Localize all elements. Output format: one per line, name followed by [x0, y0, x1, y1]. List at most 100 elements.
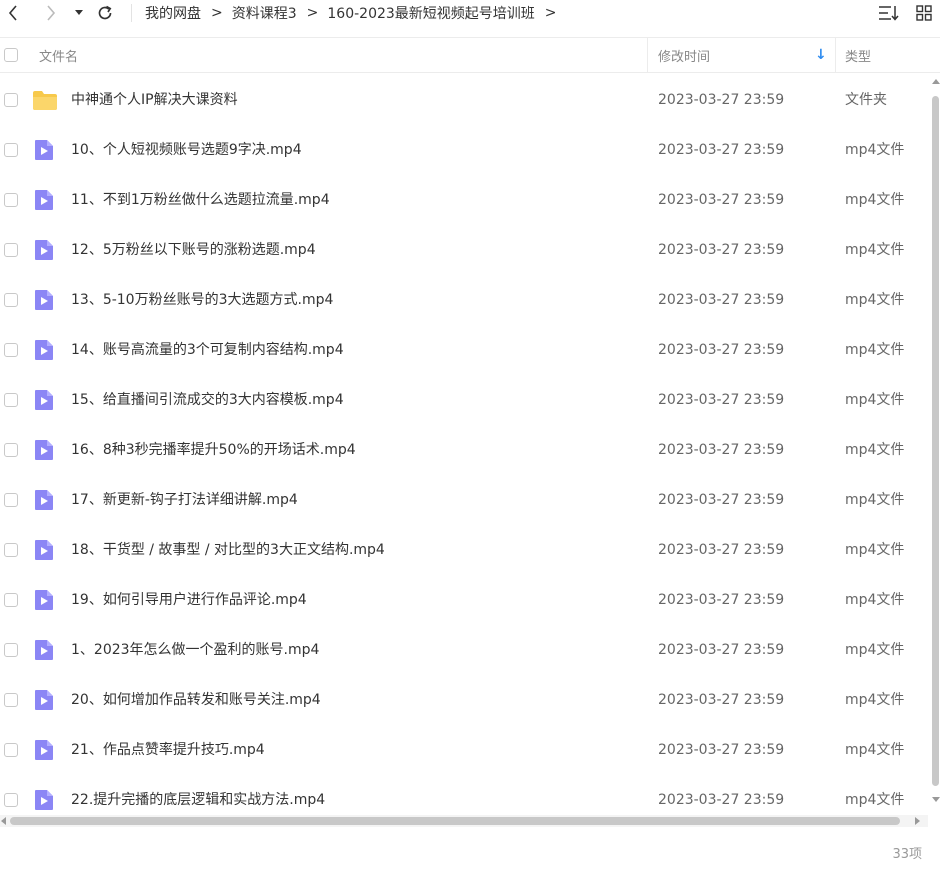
video-file-icon: [34, 689, 56, 711]
vertical-scrollbar-thumb[interactable]: [932, 96, 939, 786]
file-row[interactable]: 11、不到1万粉丝做什么选题拉流量.mp4 2023-03-27 23:59 mp4…: [0, 175, 930, 225]
file-type: mp4文件: [845, 742, 905, 758]
file-row[interactable]: 13、5-10万粉丝账号的3大选题方式.mp4 2023-03-27 23:59 m…: [0, 275, 930, 325]
column-name-header[interactable]: 文件名: [39, 38, 78, 72]
row-checkbox[interactable]: [4, 93, 18, 107]
file-name[interactable]: 1、2023年怎么做一个盈利的账号.mp4: [71, 625, 319, 675]
row-checkbox[interactable]: [4, 493, 18, 507]
file-name[interactable]: 22.提升完播的底层逻辑和实战方法.mp4: [71, 775, 325, 815]
file-row[interactable]: 12、5万粉丝以下账号的涨粉选题.mp4 2023-03-27 23:59 mp4文…: [0, 225, 930, 275]
sort-button[interactable]: [878, 3, 900, 23]
file-type: mp4文件: [845, 142, 905, 158]
file-type: mp4文件: [845, 792, 905, 808]
file-type: mp4文件: [845, 592, 905, 608]
history-dropdown-button[interactable]: [73, 2, 85, 24]
file-row[interactable]: 22.提升完播的底层逻辑和实战方法.mp4 2023-03-27 23:59 mp4…: [0, 775, 930, 815]
row-checkbox[interactable]: [4, 743, 18, 757]
file-type: mp4文件: [845, 342, 905, 358]
file-name[interactable]: 15、给直播间引流成交的3大内容模板.mp4: [71, 375, 344, 425]
refresh-button[interactable]: [95, 2, 115, 24]
video-file-icon: [34, 539, 56, 561]
file-type: mp4文件: [845, 442, 905, 458]
row-checkbox[interactable]: [4, 793, 18, 807]
grid-view-button[interactable]: [913, 3, 935, 23]
video-file-icon: [34, 639, 56, 661]
breadcrumb-separator: >: [306, 5, 319, 21]
breadcrumb-separator: >: [211, 5, 223, 21]
file-modified-date: 2023-03-27 23:59: [658, 692, 785, 708]
file-modified-date: 2023-03-27 23:59: [658, 542, 785, 558]
chevron-left-icon: [8, 5, 17, 21]
row-checkbox[interactable]: [4, 243, 18, 257]
scroll-right-arrow-icon[interactable]: [915, 817, 920, 825]
scroll-left-arrow-icon[interactable]: [1, 817, 6, 825]
file-name[interactable]: 19、如何引导用户进行作品评论.mp4: [71, 575, 307, 625]
breadcrumb-item-root[interactable]: 我的网盘: [145, 3, 201, 23]
file-row[interactable]: 16、8种3秒完播率提升50%的开场话术.mp4 2023-03-27 23:59…: [0, 425, 930, 475]
breadcrumb-item-current[interactable]: 160-2023最新短视频起号培训班: [327, 3, 534, 23]
file-name[interactable]: 11、不到1万粉丝做什么选题拉流量.mp4: [71, 175, 330, 225]
column-type-header[interactable]: 类型: [845, 38, 871, 72]
refresh-icon: [98, 5, 112, 20]
row-checkbox[interactable]: [4, 543, 18, 557]
file-name[interactable]: 16、8种3秒完播率提升50%的开场话术.mp4: [71, 425, 356, 475]
item-count: 33项: [892, 847, 922, 862]
file-row[interactable]: 15、给直播间引流成交的3大内容模板.mp4 2023-03-27 23:59 mp…: [0, 375, 930, 425]
file-type: mp4文件: [845, 542, 905, 558]
file-row[interactable]: 10、个人短视频账号选题9字决.mp4 2023-03-27 23:59 mp4文件: [0, 125, 930, 175]
video-file-icon: [34, 389, 56, 411]
file-name[interactable]: 18、干货型 / 故事型 / 对比型的3大正文结构.mp4: [71, 525, 385, 575]
row-checkbox[interactable]: [4, 443, 18, 457]
file-name[interactable]: 13、5-10万粉丝账号的3大选题方式.mp4: [71, 275, 333, 325]
folder-icon: [33, 89, 57, 111]
back-button[interactable]: [4, 2, 22, 24]
video-file-icon: [34, 439, 56, 461]
file-modified-date: 2023-03-27 23:59: [658, 592, 785, 608]
file-row[interactable]: 21、作品点赞率提升技巧.mp4 2023-03-27 23:59 mp4文件: [0, 725, 930, 775]
column-divider[interactable]: [647, 38, 648, 72]
file-row[interactable]: 1、2023年怎么做一个盈利的账号.mp4 2023-03-27 23:59 mp4…: [0, 625, 930, 675]
sort-list-icon: [879, 6, 899, 21]
file-type: mp4文件: [845, 192, 905, 208]
file-row[interactable]: 20、如何增加作品转发和账号关注.mp4 2023-03-27 23:59 mp4文…: [0, 675, 930, 725]
scroll-up-arrow-icon[interactable]: [932, 79, 940, 84]
file-row[interactable]: 18、干货型 / 故事型 / 对比型的3大正文结构.mp4 2023-03-27 …: [0, 525, 930, 575]
file-name[interactable]: 20、如何增加作品转发和账号关注.mp4: [71, 675, 321, 725]
file-name[interactable]: 17、新更新-钩子打法详细讲解.mp4: [71, 475, 298, 525]
row-checkbox[interactable]: [4, 643, 18, 657]
row-checkbox[interactable]: [4, 143, 18, 157]
file-name[interactable]: 12、5万粉丝以下账号的涨粉选题.mp4: [71, 225, 316, 275]
row-checkbox[interactable]: [4, 593, 18, 607]
grid-view-icon: [916, 5, 932, 21]
file-name[interactable]: 中神通个人IP解决大课资料: [71, 75, 238, 125]
video-file-icon: [34, 239, 56, 261]
row-checkbox[interactable]: [4, 393, 18, 407]
breadcrumb-item-course[interactable]: 资料课程3: [232, 3, 297, 23]
file-row[interactable]: 14、账号高流量的3个可复制内容结构.mp4 2023-03-27 23:59 mp…: [0, 325, 930, 375]
video-file-icon: [34, 139, 56, 161]
column-divider[interactable]: [835, 38, 836, 72]
column-modified-header[interactable]: 修改时间: [658, 38, 710, 72]
forward-button[interactable]: [42, 2, 60, 24]
file-row[interactable]: 19、如何引导用户进行作品评论.mp4 2023-03-27 23:59 mp4文件: [0, 575, 930, 625]
file-row[interactable]: 中神通个人IP解决大课资料 2023-03-27 23:59 文件夹: [0, 75, 930, 125]
breadcrumb-separator: >: [544, 5, 557, 21]
row-checkbox[interactable]: [4, 193, 18, 207]
row-checkbox[interactable]: [4, 343, 18, 357]
select-all-checkbox[interactable]: [4, 48, 18, 62]
video-file-icon: [34, 339, 56, 361]
file-modified-date: 2023-03-27 23:59: [658, 192, 785, 208]
video-file-icon: [34, 489, 56, 511]
row-checkbox[interactable]: [4, 293, 18, 307]
file-name[interactable]: 21、作品点赞率提升技巧.mp4: [71, 725, 265, 775]
row-checkbox[interactable]: [4, 693, 18, 707]
horizontal-scrollbar-thumb[interactable]: [10, 817, 900, 825]
file-name[interactable]: 10、个人短视频账号选题9字决.mp4: [71, 125, 302, 175]
sort-descending-icon[interactable]: ↓: [815, 38, 827, 72]
scroll-down-arrow-icon[interactable]: [932, 797, 940, 802]
caret-down-icon: [75, 10, 83, 15]
file-name[interactable]: 14、账号高流量的3个可复制内容结构.mp4: [71, 325, 344, 375]
navigation-bar: 我的网盘 > 资料课程3 > 160-2023最新短视频起号培训班 >: [0, 0, 940, 28]
file-row[interactable]: 17、新更新-钩子打法详细讲解.mp4 2023-03-27 23:59 mp4文件: [0, 475, 930, 525]
video-file-icon: [34, 289, 56, 311]
